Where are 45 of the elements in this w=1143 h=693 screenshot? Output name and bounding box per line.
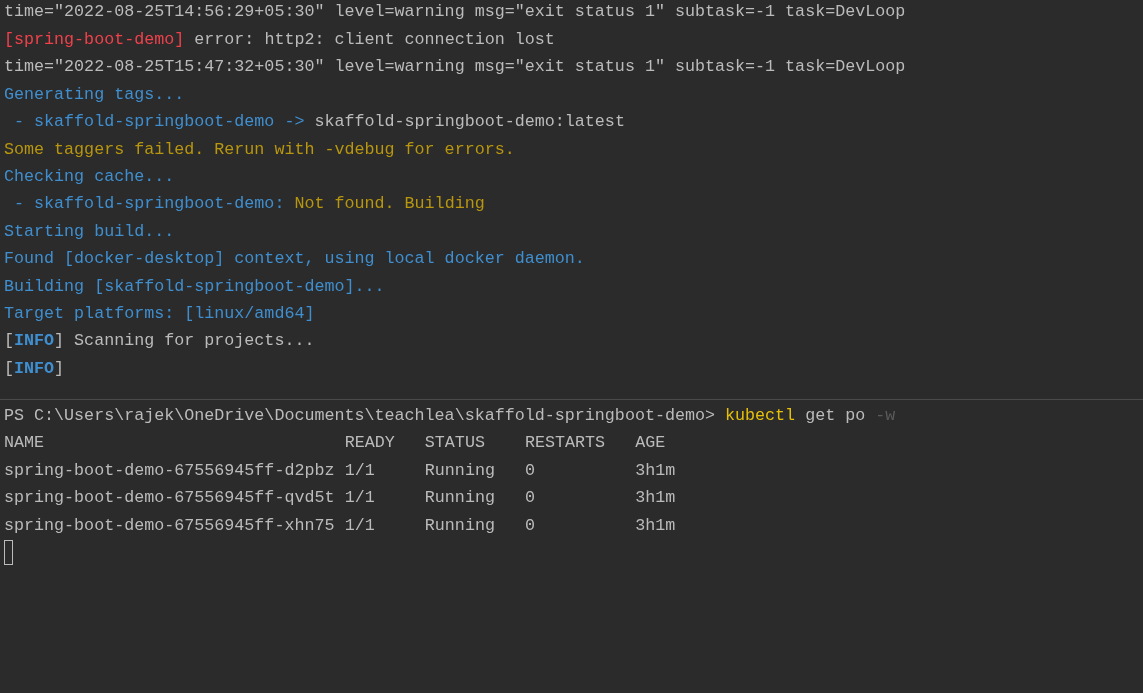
table-cell-text: 1/1 <box>344 487 376 510</box>
log-text: ] <box>54 358 65 378</box>
column-header: READY <box>344 432 396 455</box>
warning-text: Not found. Building <box>293 194 485 214</box>
column-header: NAME <box>4 432 46 455</box>
text-cursor <box>4 540 13 566</box>
table-cell-text: 3h1m <box>635 459 677 482</box>
table-cell-text: spring-boot-demo-67556945ff-qvd5t <box>4 487 336 510</box>
log-text: time="2022-08-25T15:47:32+05:30" level=warning msg="exit status 1" subtask=-1 task=DevLoop <box>4 57 906 77</box>
info-text: Target platforms: [linux/amd64] <box>4 303 315 323</box>
command-arguments: get po <box>805 406 866 426</box>
column-header: AGE <box>635 432 667 455</box>
log-text: error: http2: client connection lost <box>193 30 555 49</box>
log-text: ] Scanning for projects... <box>54 331 315 351</box>
info-text: Checking cache... <box>4 166 175 186</box>
table-cell-text: 1/1 <box>344 459 376 482</box>
table-cell-text: Running <box>424 487 496 510</box>
error-tag: [spring-boot-demo] <box>4 30 185 49</box>
info-text: Starting build... <box>4 221 175 241</box>
log-text: [ <box>4 358 14 378</box>
table-cell-text: spring-boot-demo-67556945ff-xhn75 <box>4 514 336 537</box>
info-text: - skaffold-springboot-demo -> <box>13 112 305 132</box>
log-text: time="2022-08-25T14:56:29+05:30" level=warning msg="exit status 1" subtask=-1 task=DevLoop <box>4 2 906 21</box>
table-cell-text: 0 <box>525 514 537 537</box>
table-cell-text: Running <box>424 514 496 537</box>
table-cell-text: 0 <box>525 487 537 510</box>
info-tag: INFO <box>14 331 55 351</box>
column-header: STATUS <box>424 432 486 455</box>
table-cell-text: 3h1m <box>635 514 677 537</box>
command-text: kubectl <box>725 406 796 426</box>
info-text: Generating tags... <box>4 84 185 104</box>
info-text: Building [skaffold-springboot-demo]... <box>4 276 385 296</box>
table-cell-text: Running <box>424 459 496 482</box>
warning-text: Some taggers failed. Rerun with -vdebug for errors. <box>4 139 515 159</box>
table-cell-text: 1/1 <box>344 514 376 537</box>
column-header: RESTARTS <box>525 432 607 455</box>
info-text: Found [docker-desktop] context, using local docker daemon. <box>4 249 585 269</box>
prompt-path: PS C:\Users\rajek\OneDrive\Documents\teachlea\skaffold-springboot-demo> <box>4 406 715 426</box>
log-text: [ <box>4 331 14 351</box>
table-cell-text: 3h1m <box>635 487 677 510</box>
info-tag: INFO <box>14 358 55 378</box>
table-cell-text: 0 <box>525 459 537 482</box>
table-cell-text: spring-boot-demo-67556945ff-d2pbz <box>4 459 336 482</box>
info-text: - skaffold-springboot-demo: <box>13 194 285 214</box>
log-text: skaffold-springboot-demo:latest <box>313 112 625 132</box>
